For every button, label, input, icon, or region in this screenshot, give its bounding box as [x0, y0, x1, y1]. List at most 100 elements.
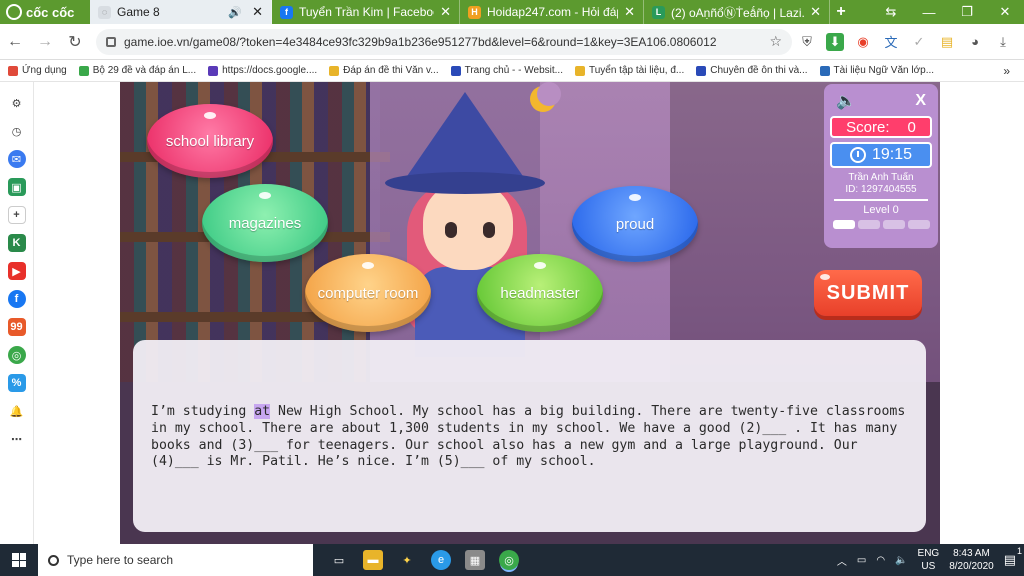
tab-list-icon[interactable]: ⇆	[872, 4, 910, 20]
tab-close-icon[interactable]: ✕	[440, 4, 451, 20]
coccoc-sidebar-icon[interactable]: ◎	[7, 346, 26, 364]
address-bar[interactable]: game.ioe.vn/game08/?token=4e3484ce93fc32…	[96, 28, 792, 55]
download-extension-icon[interactable]: ⬇	[826, 32, 844, 51]
witch-eye	[445, 222, 457, 238]
bookmark-item[interactable]: Tuyển tập tài liệu, đ...	[574, 65, 684, 76]
witch-face	[423, 182, 513, 270]
more-options-icon[interactable]: ⋯	[8, 430, 26, 448]
settings-gear-icon[interactable]: ⚙	[8, 94, 26, 112]
reload-icon[interactable]: ↻	[60, 32, 90, 52]
progress-step	[857, 220, 880, 229]
battery-icon[interactable]: ▭	[857, 555, 866, 566]
tab-facebook[interactable]: f Tuyển Trần Kim | Facebook ✕	[272, 0, 460, 24]
bookmark-label: Ứng dụng	[22, 65, 67, 76]
answer-label: proud	[615, 215, 655, 233]
bookmark-label: Đáp án đề thi Văn v...	[343, 65, 439, 76]
tab-close-icon[interactable]: ✕	[624, 4, 635, 20]
bookmark-favicon-icon	[329, 65, 340, 76]
close-window-icon[interactable]: ✕	[986, 4, 1024, 20]
store-icon[interactable]: ▦	[465, 550, 485, 570]
bookmark-label: Tài liệu Ngữ Văn lớp...	[833, 65, 935, 76]
add-sidebar-item-icon[interactable]: +	[7, 206, 26, 224]
gamepad-icon[interactable]: ▣	[7, 178, 26, 196]
coccoc-extension-icon[interactable]: ◉	[854, 33, 872, 51]
minimize-icon[interactable]: —	[910, 5, 948, 20]
tab-close-icon[interactable]: ✕	[810, 4, 821, 20]
bookmark-label: Bộ 29 đề và đáp án L...	[92, 65, 197, 76]
game-status-panel: 🔈 X Score: 0 19:15 Trần Anh Tuấn ID: 129…	[824, 84, 938, 248]
taskbar-clock[interactable]: 8:43 AM 8/20/2020	[949, 547, 994, 573]
task-view-icon[interactable]: ▭	[329, 550, 349, 570]
witch-hat	[403, 92, 527, 182]
history-icon[interactable]: ◷	[8, 122, 26, 140]
check-icon[interactable]: ✓	[910, 33, 928, 51]
windows-logo-icon	[12, 553, 26, 567]
bookmark-favicon-icon	[819, 65, 830, 76]
answer-proud[interactable]: proud	[572, 186, 698, 262]
bookmark-item[interactable]: Bộ 29 đề và đáp án L...	[78, 65, 197, 76]
notification-bell-icon[interactable]: 🔔	[8, 402, 26, 420]
windows-taskbar: Type here to search ▭ ▬ ✦ e ▦ ◎ ︿ ▭ ◠ 🔈 …	[0, 544, 1024, 576]
back-icon[interactable]: ←	[0, 33, 30, 51]
coccoc-logo-icon	[6, 4, 22, 20]
score-box: Score: 0	[830, 116, 932, 138]
messenger-icon[interactable]: ✉	[7, 150, 26, 168]
bookmark-favicon-icon	[208, 65, 219, 76]
tab-game-8[interactable]: ◌ Game 8 🔊 ✕	[90, 0, 272, 24]
downloads-icon[interactable]: ⤓	[994, 33, 1012, 51]
tab-hoidap247[interactable]: H Hoidap247.com - Hỏi đáp o ✕	[460, 0, 644, 24]
tab-close-icon[interactable]: ✕	[252, 4, 263, 20]
bookmark-item[interactable]: https://docs.google....	[208, 65, 317, 76]
clock-time: 8:43 AM	[953, 548, 990, 559]
answer-headmaster[interactable]: headmaster	[477, 254, 603, 332]
close-game-button[interactable]: X	[915, 92, 926, 110]
bookmark-item[interactable]: Trang chủ - - Websit...	[450, 65, 563, 76]
bookmark-star-icon[interactable]: ☆	[769, 33, 782, 50]
volume-icon[interactable]: 🔈	[895, 555, 907, 566]
language-indicator[interactable]: ENG US	[918, 547, 940, 573]
answer-school-library[interactable]: school library	[147, 104, 273, 178]
answer-magazines[interactable]: magazines	[202, 184, 328, 262]
edge-icon[interactable]: e	[431, 550, 451, 570]
submit-button[interactable]: SUBMIT	[814, 270, 922, 316]
action-center-icon[interactable]: ▤ 1	[1004, 546, 1022, 568]
url-text[interactable]: game.ioe.vn/game08/?token=4e3484ce93fc32…	[124, 35, 761, 49]
paint-icon[interactable]: ✦	[397, 550, 417, 570]
file-explorer-icon[interactable]: ▬	[363, 550, 383, 570]
bookmarks-overflow-button[interactable]: »	[1003, 64, 1024, 78]
level-label: Level 0	[863, 204, 899, 216]
speaker-icon[interactable]: 🔈	[836, 91, 856, 111]
sidebar-k-icon[interactable]: K	[7, 234, 26, 252]
deals-icon[interactable]: %	[7, 374, 26, 392]
tab-audio-icon[interactable]: 🔊	[228, 6, 242, 19]
bookmark-apps[interactable]: Ứng dụng	[8, 65, 67, 76]
tab-lazi[interactable]: L (2) oAṇñổⓃṪeǻñọ | Lazi.vn - C ✕	[644, 0, 830, 24]
taskbar-search[interactable]: Type here to search	[38, 544, 313, 576]
bookmark-item[interactable]: Đáp án đề thi Văn v...	[329, 65, 439, 76]
tab-title: Hoidap247.com - Hỏi đáp o	[487, 5, 618, 19]
notes-icon[interactable]: ▤	[938, 33, 956, 51]
timer-box: 19:15	[830, 142, 932, 168]
new-tab-button[interactable]: +	[830, 0, 852, 24]
game-canvas: school library magazines computer room h…	[120, 82, 940, 544]
youtube-icon[interactable]: ▶	[7, 262, 26, 280]
coccoc-taskbar-icon[interactable]: ◎	[499, 550, 519, 570]
shopping-icon[interactable]: 99	[7, 318, 26, 336]
answer-label: magazines	[228, 214, 302, 232]
extension-shield-icon[interactable]: ⛨	[798, 33, 816, 51]
tray-chevron-icon[interactable]: ︿	[837, 553, 847, 568]
wifi-icon[interactable]: ◠	[876, 555, 885, 566]
toolbar-extensions: ⛨ ⬇ ◉ 文 ✓ ▤ ◕ ⤓	[798, 32, 1024, 51]
translate-icon[interactable]: 文	[882, 33, 900, 51]
facebook-sidebar-icon[interactable]: f	[7, 290, 26, 308]
answer-label: headmaster	[500, 284, 580, 302]
browser-brand[interactable]: cốc cốc	[0, 0, 90, 24]
account-icon[interactable]: ◕	[966, 33, 984, 51]
start-button[interactable]	[0, 553, 38, 567]
bookmark-item[interactable]: Chuyên đề ôn thi và...	[696, 65, 808, 76]
forward-icon[interactable]: →	[30, 33, 60, 51]
lock-icon[interactable]	[106, 36, 116, 47]
bookmark-item[interactable]: Tài liệu Ngữ Văn lớp...	[819, 65, 935, 76]
restore-icon[interactable]: ❐	[948, 4, 986, 20]
answer-computer-room[interactable]: computer room	[305, 254, 431, 332]
